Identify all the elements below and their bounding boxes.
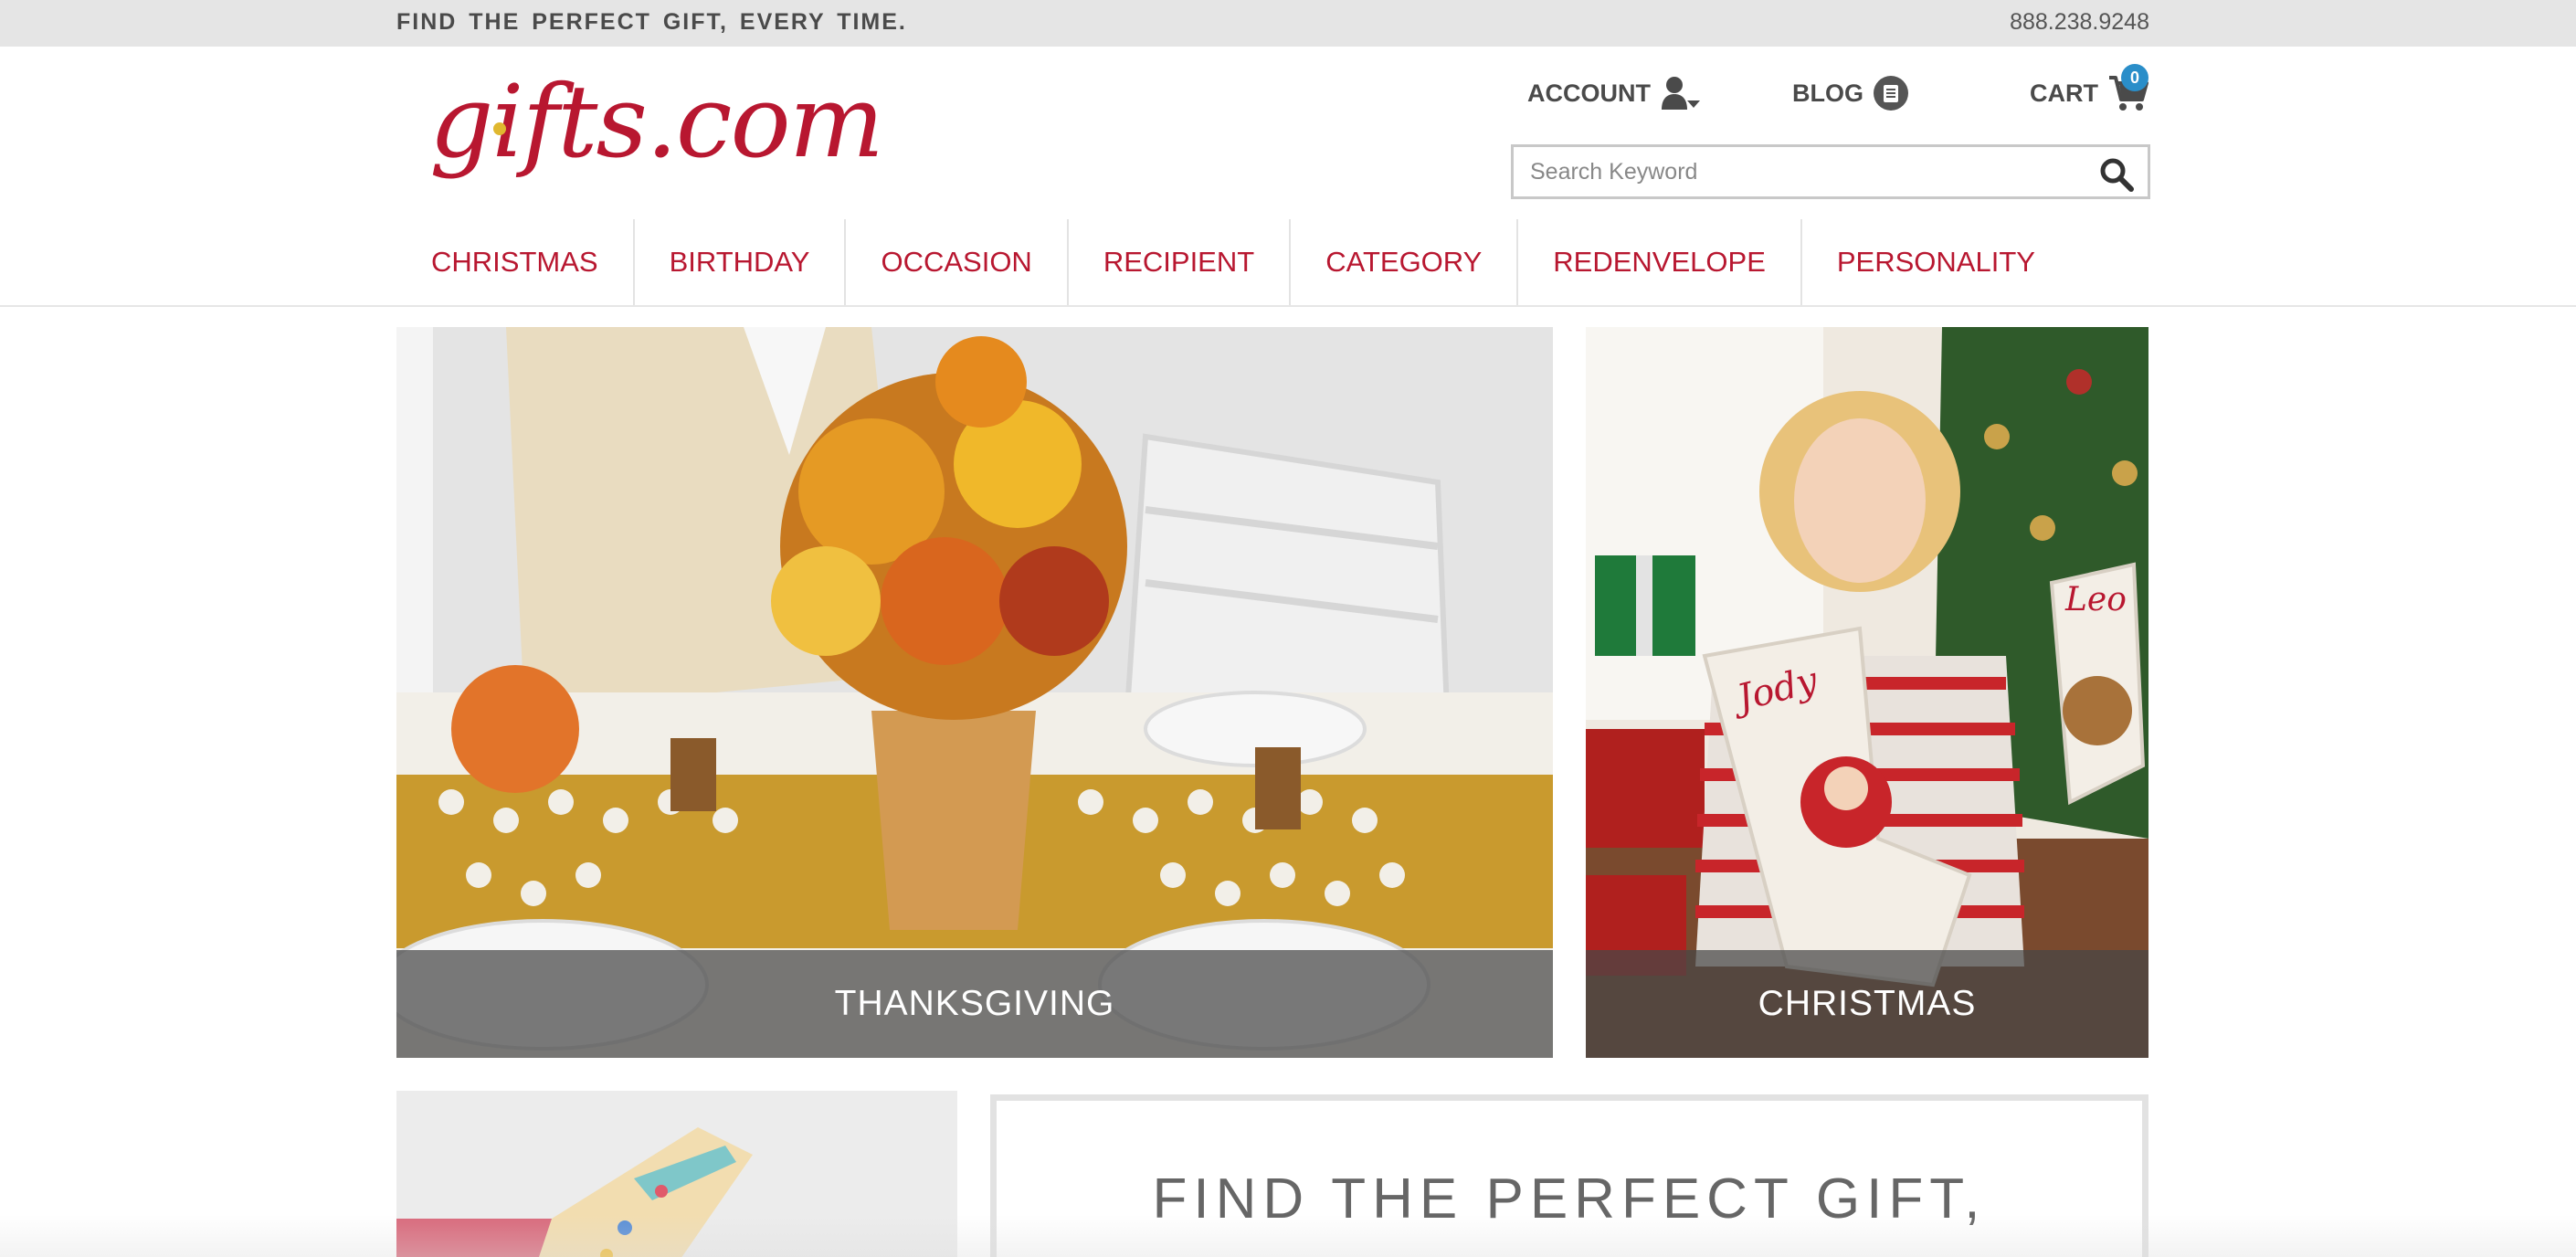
christmas-banner[interactable]: Jody Leo CHRISTMAS (1586, 327, 2148, 1058)
search-input[interactable] (1514, 147, 2080, 196)
blog-link[interactable]: BLOG (1792, 73, 1909, 113)
cake-image (396, 1091, 957, 1257)
logo-text: gifts.com (429, 63, 884, 180)
stocking-name-leo: Leo (2064, 581, 2127, 618)
logo-dot-icon (493, 122, 506, 135)
promo-box: FIND THE PERFECT GIFT, (990, 1094, 2148, 1257)
nav-item-occasion[interactable]: OCCASION (846, 219, 1069, 305)
nav-item-personality[interactable]: PERSONALITY (1802, 219, 2070, 305)
christmas-caption: CHRISTMAS (1586, 950, 2148, 1058)
account-link[interactable]: ACCOUNT (1527, 73, 1702, 113)
search-box (1511, 144, 2150, 199)
nav-item-birthday[interactable]: BIRTHDAY (635, 219, 847, 305)
account-label: ACCOUNT (1527, 79, 1651, 107)
birthday-cake-tile[interactable] (396, 1091, 957, 1257)
nav-item-recipient[interactable]: RECIPIENT (1069, 219, 1292, 305)
thanksgiving-image (396, 327, 1553, 1058)
promo-headline: FIND THE PERFECT GIFT, (1152, 1167, 1987, 1231)
thanksgiving-banner[interactable]: THANKSGIVING (396, 327, 1553, 1058)
top-banner: FIND THE PERFECT GIFT, EVERY TIME. 888.2… (0, 0, 2576, 47)
list-circle-icon (1874, 76, 1908, 111)
user-dropdown-icon (1662, 77, 1700, 110)
cart-link[interactable]: CART 0 (2030, 64, 2149, 113)
page: FIND THE PERFECT GIFT, EVERY TIME. 888.2… (0, 0, 2576, 1257)
nav-item-category[interactable]: CATEGORY (1291, 219, 1519, 305)
cart-count-badge: 0 (2121, 64, 2148, 91)
search-icon[interactable] (2098, 156, 2135, 193)
nav-divider (0, 305, 2576, 307)
phone-number[interactable]: 888.238.9248 (2010, 9, 2149, 36)
cart-label: CART (2030, 79, 2098, 107)
christmas-image: Jody Leo (1586, 327, 2148, 1058)
main-nav: CHRISTMAS BIRTHDAY OCCASION RECIPIENT CA… (396, 219, 2070, 305)
site-logo[interactable]: gifts.com (429, 53, 884, 199)
nav-item-christmas[interactable]: CHRISTMAS (396, 219, 635, 305)
thanksgiving-caption: THANKSGIVING (396, 950, 1553, 1058)
blog-label: BLOG (1792, 79, 1863, 107)
nav-item-redenvelope[interactable]: REDENVELOPE (1518, 219, 1802, 305)
tagline: FIND THE PERFECT GIFT, EVERY TIME. (396, 9, 907, 35)
